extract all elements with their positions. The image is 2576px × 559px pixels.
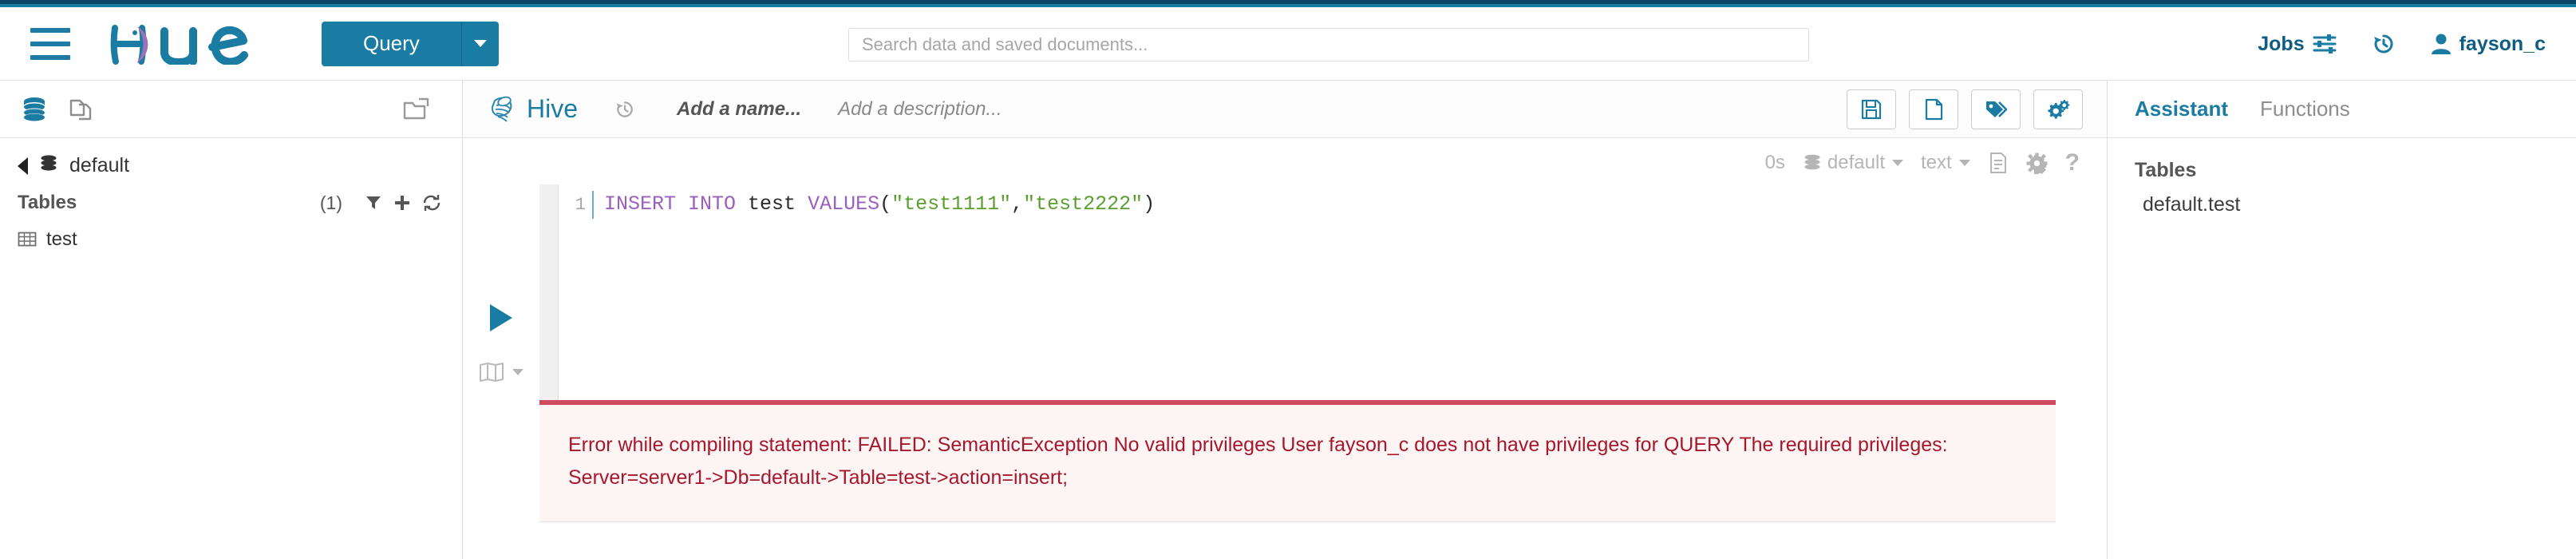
book-icon xyxy=(479,362,504,383)
gear-icon[interactable] xyxy=(2026,153,2048,174)
engine-label: Hive xyxy=(527,94,578,124)
elapsed-time: 0s xyxy=(1765,152,1785,174)
history-clock-icon xyxy=(2372,32,2396,56)
database-icon[interactable] xyxy=(21,96,48,123)
log-document-icon[interactable] xyxy=(1988,152,2009,174)
tag-button[interactable] xyxy=(1971,89,2021,129)
editor-status-bar: 0s default text xyxy=(463,138,2107,184)
chevron-down-icon xyxy=(474,40,487,47)
status-format-label: text xyxy=(1921,152,1952,174)
sql-code-editor[interactable]: 1 INSERT INTO test VALUES("test1111","te… xyxy=(559,184,2107,400)
database-selector[interactable]: default xyxy=(1803,152,1903,174)
error-message: Error while compiling statement: FAILED:… xyxy=(568,429,1973,494)
editor-header: Hive Add a name... Add a description... xyxy=(463,81,2107,138)
table-name: test xyxy=(46,228,77,251)
user-menu-button[interactable]: fayson_c xyxy=(2431,33,2546,56)
refresh-icon[interactable] xyxy=(422,194,441,212)
open-folder-icon[interactable] xyxy=(403,97,432,122)
editor-gutter xyxy=(539,184,559,400)
database-icon xyxy=(1803,153,1822,172)
list-item[interactable]: test xyxy=(0,220,462,259)
save-button[interactable] xyxy=(1847,89,1896,129)
left-panel-header xyxy=(0,81,462,138)
filter-icon[interactable] xyxy=(365,194,382,212)
main-shell: default Tables (1) xyxy=(0,81,2576,559)
play-run-icon[interactable] xyxy=(490,304,512,331)
tab-assistant[interactable]: Assistant xyxy=(2135,97,2228,121)
active-line-marker xyxy=(592,191,594,219)
engine-selector[interactable]: Hive xyxy=(487,94,578,125)
editor-toolbar xyxy=(1847,89,2083,129)
chevron-left-icon[interactable] xyxy=(18,157,28,175)
breadcrumb: default xyxy=(0,138,462,184)
code-tokens: INSERT INTO test VALUES("test1111","test… xyxy=(604,191,1155,218)
chevron-down-icon xyxy=(1892,160,1903,166)
documents-icon[interactable] xyxy=(69,96,96,123)
editor-pane: Hive Add a name... Add a description... xyxy=(463,81,2107,559)
editor-run-column xyxy=(463,184,539,400)
hue-logo[interactable] xyxy=(110,23,258,65)
chevron-down-icon xyxy=(512,369,523,375)
jobs-label: Jobs xyxy=(2258,33,2304,56)
error-panel: Error while compiling statement: FAILED:… xyxy=(539,400,2056,522)
sliders-icon xyxy=(2313,34,2337,54)
error-region: Error while compiling statement: FAILED:… xyxy=(463,400,2107,522)
history-clock-icon[interactable] xyxy=(614,99,635,120)
assistant-tabs: Assistant Functions xyxy=(2108,81,2576,138)
tables-count: (1) xyxy=(320,192,342,214)
query-name-input[interactable]: Add a name... xyxy=(677,98,801,121)
tables-label: Tables xyxy=(18,192,77,214)
code-line: 1 INSERT INTO test VALUES("test1111","te… xyxy=(559,191,2107,219)
job-history-button[interactable] xyxy=(2372,32,2396,56)
hive-bee-icon xyxy=(487,94,519,125)
query-button[interactable]: Query xyxy=(322,22,462,66)
new-document-button[interactable] xyxy=(1909,89,1958,129)
line-number: 1 xyxy=(559,192,586,219)
right-assistant-panel: Assistant Functions Tables default.test xyxy=(2107,81,2576,559)
user-label: fayson_c xyxy=(2459,33,2546,56)
tab-functions[interactable]: Functions xyxy=(2260,97,2350,121)
database-icon xyxy=(39,154,58,177)
settings-button[interactable] xyxy=(2033,89,2083,129)
result-format-selector[interactable]: text xyxy=(1921,152,1970,174)
user-icon xyxy=(2431,33,2452,55)
editor-body: 1 INSERT INTO test VALUES("test1111","te… xyxy=(463,184,2107,400)
search-input[interactable] xyxy=(848,28,1809,61)
book-menu[interactable] xyxy=(479,362,523,383)
plus-icon[interactable] xyxy=(393,194,411,212)
table-icon xyxy=(18,231,37,248)
assistant-section-title: Tables xyxy=(2135,159,2549,182)
tables-section-header: Tables (1) xyxy=(0,184,462,220)
navbar-right-actions: Jobs xyxy=(2258,7,2546,81)
query-button-group: Query xyxy=(322,22,499,66)
jobs-button[interactable]: Jobs xyxy=(2258,33,2336,56)
question-mark-icon[interactable]: ? xyxy=(2065,149,2080,176)
hamburger-menu-icon[interactable] xyxy=(30,28,70,60)
global-navbar: Query Jobs xyxy=(0,7,2576,81)
status-database-label: default xyxy=(1827,152,1885,174)
breadcrumb-database-label[interactable]: default xyxy=(69,154,129,177)
assistant-table-entry[interactable]: default.test xyxy=(2135,193,2549,216)
global-search xyxy=(848,28,1809,61)
query-dropdown-button[interactable] xyxy=(462,22,499,66)
assistant-body: Tables default.test xyxy=(2108,138,2576,237)
chevron-down-icon xyxy=(1959,160,1970,166)
query-description-input[interactable]: Add a description... xyxy=(838,98,1002,121)
left-assist-panel: default Tables (1) xyxy=(0,81,463,559)
